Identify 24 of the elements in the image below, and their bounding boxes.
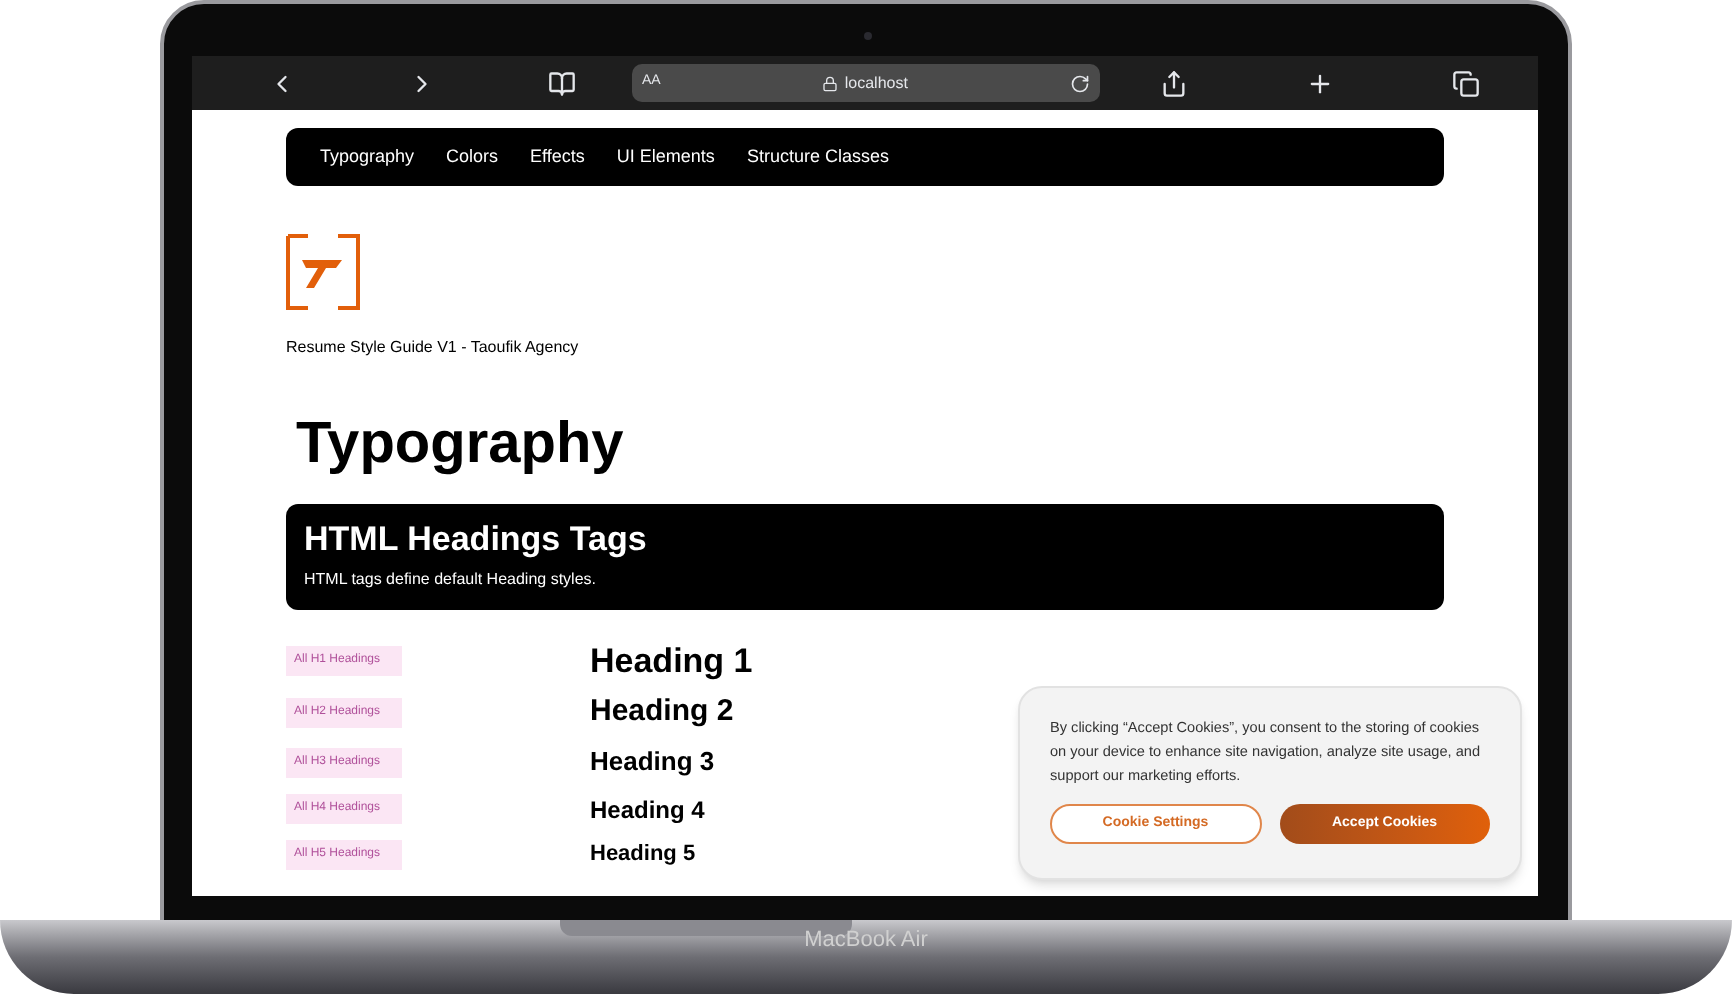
camera-icon — [864, 32, 872, 40]
subtitle: Resume Style Guide V1 - Taoufik Agency — [286, 336, 581, 360]
device-label: MacBook Air — [802, 926, 930, 954]
book-icon[interactable] — [548, 69, 576, 97]
share-icon[interactable] — [1159, 69, 1187, 97]
tabs-icon[interactable] — [1451, 69, 1479, 97]
logo-icon — [286, 234, 360, 310]
section-description: HTML tags define default Heading styles. — [304, 568, 599, 592]
heading-sample: Heading 1 — [590, 639, 753, 684]
nav-link[interactable]: Typography — [320, 143, 415, 171]
heading-sample: Heading 2 — [590, 692, 734, 733]
nav-link[interactable]: Structure Classes — [746, 143, 889, 171]
page-title: Typography — [296, 410, 626, 480]
section-title: HTML Headings Tags — [304, 520, 649, 560]
lock-icon — [822, 75, 839, 91]
plus-icon[interactable] — [1305, 69, 1333, 97]
heading-sample: Heading 4 — [590, 793, 705, 827]
reload-icon[interactable] — [1070, 73, 1090, 93]
nav-link[interactable]: UI Elements — [616, 143, 715, 171]
heading-sample: Heading 3 — [590, 744, 715, 781]
address-text: localhost — [844, 71, 908, 95]
heading-sample: Heading 5 — [590, 840, 696, 871]
nav-link[interactable]: Colors — [446, 143, 499, 171]
nav-link[interactable]: Effects — [530, 143, 585, 171]
